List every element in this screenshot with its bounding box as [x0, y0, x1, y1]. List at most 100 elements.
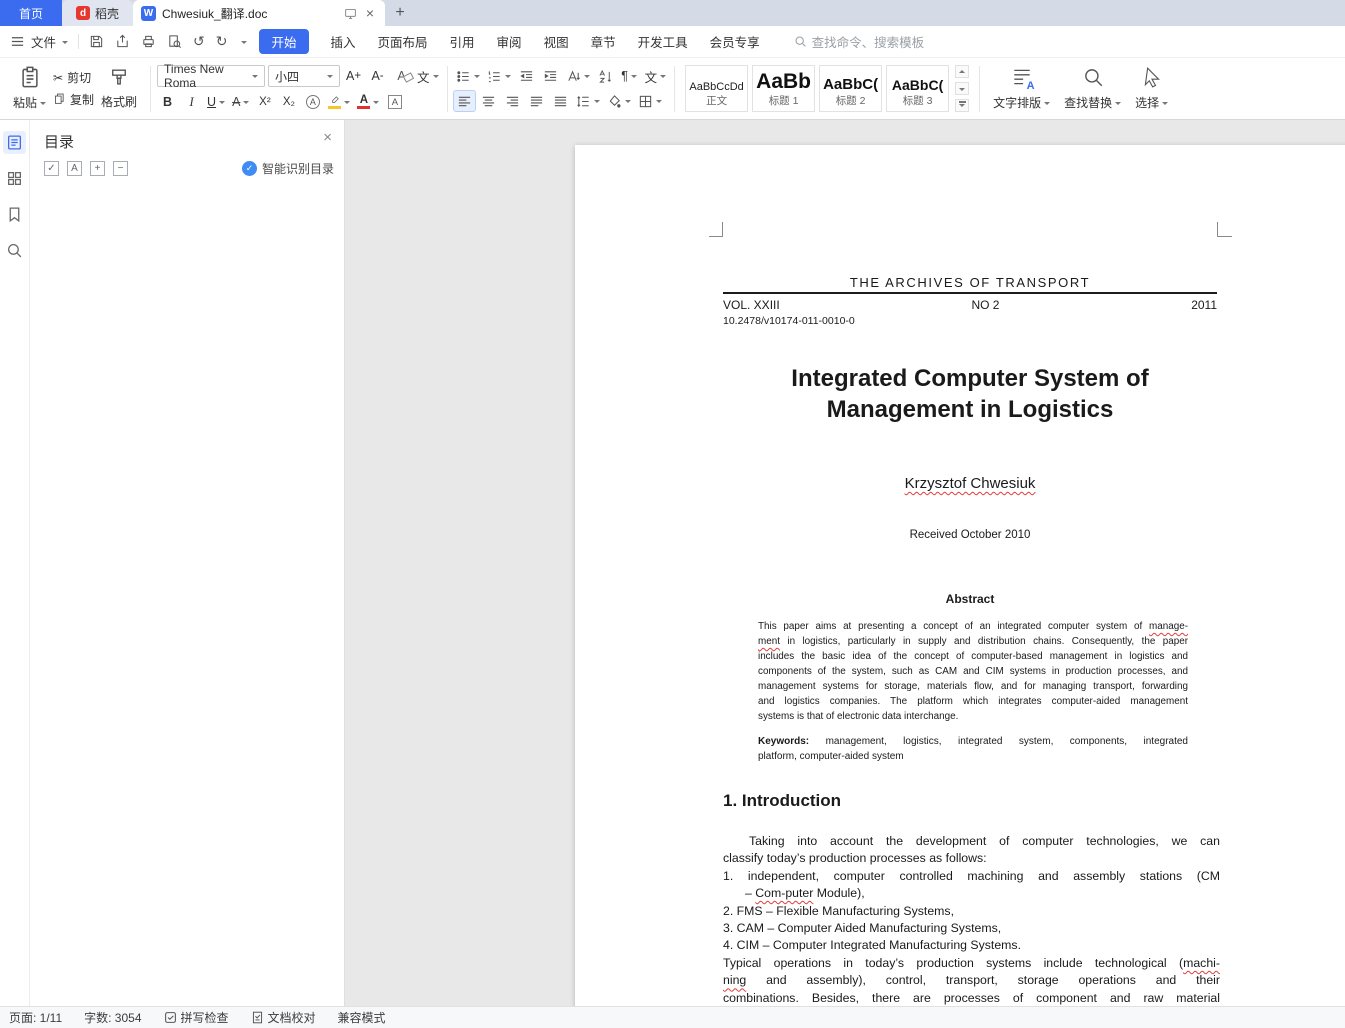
- tab-home[interactable]: 首页: [0, 0, 62, 26]
- bold-button[interactable]: B: [157, 92, 178, 112]
- shading-button[interactable]: [605, 91, 633, 111]
- styles-expand-button[interactable]: [955, 99, 970, 112]
- paste-button[interactable]: 粘贴: [6, 61, 53, 117]
- document-page[interactable]: THE ARCHIVES OF TRANSPORT VOL. XXIII NO …: [575, 145, 1345, 1006]
- sort-button[interactable]: [595, 66, 616, 86]
- style-card-heading1[interactable]: AaBb 标题 1: [752, 65, 816, 112]
- ribbon-tab-dev-tools[interactable]: 开发工具: [638, 32, 688, 51]
- format-painter-button[interactable]: 格式刷: [94, 61, 144, 117]
- highlight-color-button[interactable]: [326, 92, 352, 112]
- tab-document[interactable]: W Chwesiuk_翻译.doc ×: [133, 0, 386, 26]
- print-preview-icon[interactable]: [167, 34, 182, 49]
- toc-show-icon[interactable]: ✓: [44, 161, 59, 176]
- increase-font-size-button[interactable]: A +: [343, 66, 364, 86]
- ribbon-tab-membership[interactable]: 会员专享: [710, 32, 760, 51]
- font-name-value: Times New Roma: [164, 62, 224, 90]
- ribbon-tab-review[interactable]: 审阅: [497, 32, 522, 51]
- distribute-button[interactable]: [550, 91, 571, 111]
- toc-collapse-icon[interactable]: −: [113, 161, 128, 176]
- text-layout-caret-icon: [1044, 101, 1051, 108]
- justify-button[interactable]: [526, 91, 547, 111]
- toc-expand-icon[interactable]: +: [90, 161, 105, 176]
- text-layout-button[interactable]: A 文字排版: [986, 61, 1057, 117]
- export-icon[interactable]: [115, 34, 130, 49]
- style-card-heading2[interactable]: AaBbC( 标题 2: [819, 65, 883, 112]
- decrease-indent-button[interactable]: [516, 66, 537, 86]
- new-tab-button[interactable]: +: [385, 0, 415, 26]
- superscript-button[interactable]: X²: [254, 92, 275, 112]
- decrease-font-size-button[interactable]: A-: [367, 66, 388, 86]
- paragraph-marks-button[interactable]: ¶: [619, 66, 640, 86]
- asian-layout-button[interactable]: 文: [643, 66, 669, 86]
- font-size-value: 小四: [275, 69, 300, 84]
- decrease-font-icon: A: [371, 69, 380, 83]
- redo-icon[interactable]: ↻: [216, 33, 228, 50]
- volume: VOL. XXIII: [723, 298, 780, 312]
- strikethrough-button[interactable]: A: [230, 92, 251, 112]
- find-panel-icon[interactable]: [3, 239, 26, 262]
- chapter-nav-icon[interactable]: [3, 167, 26, 190]
- bookmark-panel-icon[interactable]: [3, 203, 26, 226]
- undo-icon[interactable]: ↺: [193, 33, 205, 50]
- clear-format-button[interactable]: A: [391, 66, 412, 86]
- underline-button[interactable]: U: [205, 92, 227, 112]
- tab-docer[interactable]: d 稻壳: [62, 0, 134, 26]
- align-left-button[interactable]: [452, 90, 476, 112]
- window-tab-bar: 首页 d 稻壳 W Chwesiuk_翻译.doc × +: [0, 0, 1345, 26]
- split-window-icon[interactable]: [344, 7, 357, 20]
- customize-quick-access-icon[interactable]: [241, 40, 248, 47]
- print-icon[interactable]: [141, 34, 156, 49]
- compatibility-mode[interactable]: 兼容模式: [338, 1009, 386, 1026]
- font-color-caret-icon: [373, 101, 380, 107]
- command-search[interactable]: 查找命令、搜索模板: [794, 32, 924, 51]
- font-color-button[interactable]: A: [355, 92, 381, 112]
- main-menu-icon[interactable]: [10, 34, 25, 49]
- line-spacing-button[interactable]: [574, 91, 602, 111]
- style-card-normal[interactable]: AaBbCcDd 正文: [685, 65, 749, 112]
- numbered-list-button[interactable]: [485, 66, 513, 86]
- copy-button[interactable]: 复制: [53, 91, 94, 108]
- toc-close-icon[interactable]: ×: [323, 129, 332, 146]
- pinyin-guide-button[interactable]: 文: [415, 66, 441, 86]
- styles-scroll-up-button[interactable]: [955, 65, 970, 78]
- text-direction-button[interactable]: [564, 66, 592, 86]
- increase-indent-button[interactable]: [540, 66, 561, 86]
- doi: 10.2478/v10174-011-0010-0: [723, 315, 855, 327]
- ribbon-tab-page-layout[interactable]: 页面布局: [378, 32, 428, 51]
- close-tab-icon[interactable]: ×: [363, 5, 377, 21]
- proofread-toggle[interactable]: 文档校对: [251, 1009, 316, 1026]
- styles-scroll-down-button[interactable]: [955, 82, 970, 95]
- italic-button[interactable]: I: [181, 92, 202, 112]
- save-icon[interactable]: [89, 34, 104, 49]
- spell-check-toggle[interactable]: 拼写检查: [164, 1009, 229, 1026]
- borders-button[interactable]: [636, 91, 664, 111]
- align-right-button[interactable]: [502, 91, 523, 111]
- align-center-button[interactable]: [478, 91, 499, 111]
- cut-button[interactable]: ✂ 剪切: [53, 69, 94, 86]
- ribbon-tab-insert[interactable]: 插入: [331, 32, 356, 51]
- margin-mark-top-right: [1217, 222, 1232, 237]
- enclosed-character-button[interactable]: A: [302, 92, 323, 112]
- file-menu[interactable]: 文件: [31, 32, 56, 51]
- author-name: Krzysztof Chwesiuk: [904, 475, 1036, 492]
- strikethrough-icon: A: [232, 95, 241, 109]
- ribbon-tab-view[interactable]: 视图: [544, 32, 569, 51]
- ribbon-tab-references[interactable]: 引用: [450, 32, 475, 51]
- cut-icon: ✂: [53, 70, 64, 85]
- subscript-button[interactable]: X₂: [278, 92, 299, 112]
- select-button[interactable]: 选择: [1128, 61, 1175, 117]
- style-card-heading3[interactable]: AaBbC( 标题 3: [886, 65, 950, 112]
- font-size-select[interactable]: 小四: [268, 65, 341, 87]
- smart-toc-button[interactable]: ✓ 智能识别目录: [241, 160, 334, 177]
- bullet-list-button[interactable]: [454, 66, 482, 86]
- ribbon-tab-home[interactable]: 开始: [259, 29, 309, 54]
- toc-panel-icon[interactable]: [3, 131, 26, 154]
- ribbon-tab-section[interactable]: 章节: [591, 32, 616, 51]
- toc-level-icon[interactable]: A: [67, 161, 82, 176]
- body-text: Taking into account the development of c…: [723, 834, 1220, 1005]
- word-count[interactable]: 字数: 3054: [84, 1009, 141, 1026]
- find-replace-button[interactable]: 查找替换: [1057, 61, 1128, 117]
- font-name-select[interactable]: Times New Roma: [157, 62, 266, 90]
- character-border-button[interactable]: A: [384, 92, 405, 112]
- find-replace-label: 查找替换: [1064, 96, 1113, 110]
